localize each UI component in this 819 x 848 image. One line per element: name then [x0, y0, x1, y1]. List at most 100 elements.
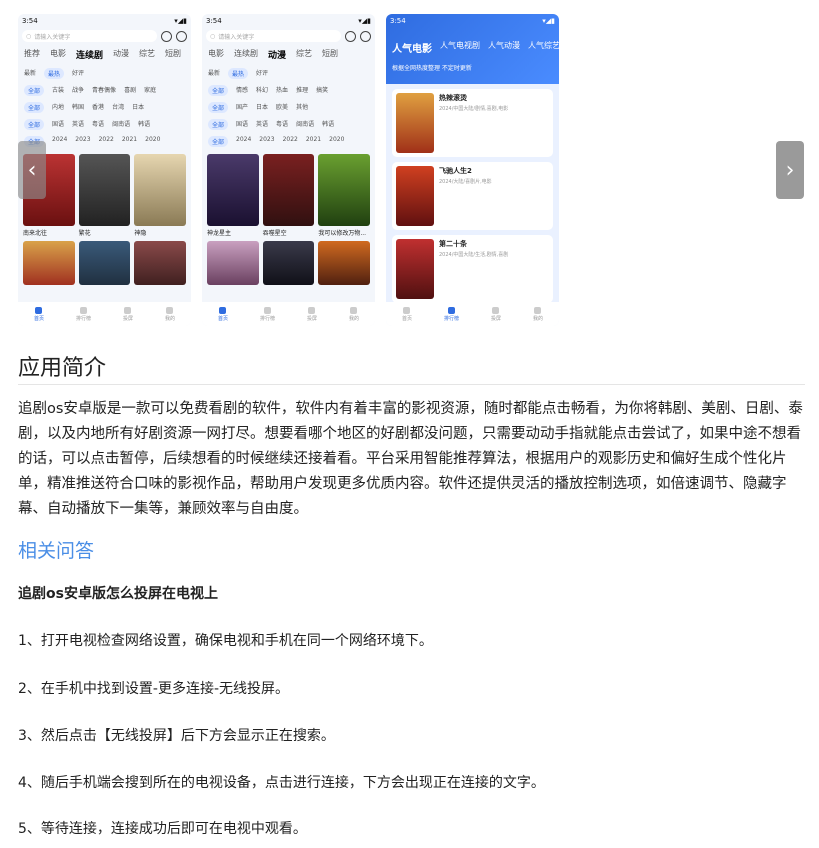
nav-me: 我的: [349, 306, 359, 322]
nav-home: 首页: [402, 306, 412, 322]
tab: 连续剧: [234, 49, 258, 58]
battery-icon: ▾◢▮: [358, 17, 371, 25]
nav-me: 我的: [533, 306, 543, 322]
qa-step: 2、在手机中找到设置-更多连接-无线投屏。: [18, 681, 290, 697]
home-icon: [403, 306, 411, 314]
tab: 动漫: [113, 49, 130, 58]
screenshot-2[interactable]: 3:54 ▾◢▮ ○ 请输入关键字 电影 连续剧 动漫 综艺 短剧 最新 最热 好评 全…: [202, 14, 375, 326]
tab: 短剧: [165, 49, 182, 58]
download-icon: [161, 30, 172, 42]
card-title: 第二十条: [439, 240, 467, 248]
filter-row: 全部 国语 英语 粤语 闽南语 韩语: [18, 116, 191, 133]
home-icon: [35, 306, 43, 314]
bottom-nav: 首页 排行榜 投屏 我的: [386, 302, 559, 326]
poster-image: [78, 154, 131, 226]
rank-icon: [447, 306, 455, 314]
filter-row: 全部20242023202220212020: [202, 133, 375, 150]
history-icon: [176, 30, 187, 42]
category-tabs: 电影 连续剧 动漫 综艺 短剧: [202, 44, 375, 65]
search-input: ○ 请输入关键字: [22, 30, 157, 42]
rank-icon: [263, 306, 271, 314]
poster-image: [207, 241, 259, 285]
poster-image: [396, 166, 434, 226]
rank-icon: [79, 306, 87, 314]
card-meta: 2024/中国大陆/生活,剧情,喜剧: [439, 252, 509, 258]
tab: 电影: [50, 49, 66, 58]
poster-caption: 南来北往: [23, 230, 48, 237]
chevron-left-icon: ‹: [27, 157, 37, 183]
sort-row: 最新 最热 好评: [24, 68, 85, 79]
nav-rank: 排行榜: [76, 306, 91, 322]
card-meta: 2024/大陆/喜剧片,电影: [439, 179, 492, 185]
ranking-card: 第二十条 2024/中国大陆/生活,剧情,喜剧: [392, 235, 553, 303]
tab: 人气电视剧: [440, 41, 480, 50]
nav-rank: 排行榜: [260, 306, 275, 322]
poster-image: [207, 154, 259, 226]
search-icon: ○: [26, 32, 32, 40]
nav-home: 首页: [218, 306, 228, 322]
filter-row: 全部 国语 英语 粤语 闽南语 韩语: [202, 116, 375, 133]
tab: 人气动漫: [488, 41, 520, 50]
qa-step: 1、打开电视检查网络设置，确保电视和手机在同一个网络环境下。: [18, 633, 433, 649]
qa-step: 4、随后手机端会搜到所在的电视设备，点击进行连接，下方会出现正在连接的文字。: [18, 775, 545, 791]
poster-image: [134, 154, 187, 226]
card-title: 热辣滚烫: [439, 94, 467, 102]
poster-caption: 我可以修改万物...: [318, 230, 367, 237]
tab-active: 人气电影: [392, 44, 432, 55]
nav-cast: 投屏: [491, 306, 501, 322]
qa-step: 3、然后点击【无线投屏】后下方会显示正在搜索。: [18, 728, 335, 744]
home-icon: [219, 306, 227, 314]
poster-image: [134, 241, 187, 285]
screenshot-gallery: 3:54 ▾◢▮ ○ 请输入关键字 推荐 电影 连续剧 动漫 综艺 短剧 最新 最热好…: [18, 14, 808, 330]
nav-cast: 投屏: [307, 306, 317, 322]
search-icon: ○: [210, 32, 216, 40]
cast-icon: [492, 306, 500, 314]
ranking-subtitle: 根据全网热度整理 不定时更新: [392, 65, 472, 72]
chevron-right-icon: ›: [785, 157, 795, 183]
tab: 人气综艺: [528, 41, 559, 50]
history-icon: [360, 30, 371, 42]
gallery-prev-button[interactable]: ‹: [18, 141, 46, 199]
poster-image: [318, 241, 371, 285]
download-icon: [345, 30, 356, 42]
search-input: ○ 请输入关键字: [206, 30, 341, 42]
cast-icon: [308, 306, 316, 314]
tab: 综艺: [139, 49, 156, 58]
poster-image: [262, 154, 315, 226]
poster-image: [396, 239, 434, 299]
poster-image: [318, 154, 371, 226]
card-meta: 2024/中国大陆/剧情,喜剧,电影: [439, 106, 509, 112]
filter-row: 全部 古装 战争 青春偶像 喜剧 家庭: [18, 82, 191, 99]
status-time: 3:54: [206, 17, 222, 25]
tab: 综艺: [296, 49, 313, 58]
filter-row: 全部 国产 日本 欧美 其他: [202, 99, 375, 116]
intro-body: 追剧os安卓版是一款可以免费看剧的软件，软件内有着丰富的影视资源，随时都能点击畅…: [18, 401, 803, 517]
tab: 短剧: [322, 49, 339, 58]
ranking-card: 飞驰人生2 2024/大陆/喜剧片,电影: [392, 162, 553, 230]
tab: 电影: [208, 49, 224, 58]
poster-image: [78, 241, 131, 285]
user-icon: [350, 306, 358, 314]
qa-question: 追剧os安卓版怎么投屏在电视上: [18, 586, 218, 602]
filter-row: 全部 内地 韩国 香港 台湾 日本: [18, 99, 191, 116]
tab: 推荐: [24, 49, 40, 58]
battery-icon: ▾◢▮: [542, 17, 555, 25]
tab-active: 动漫: [268, 51, 287, 61]
filter-row: 全部 情感 科幻 热血 推理 搞笑: [202, 82, 375, 99]
gallery-next-button[interactable]: ›: [776, 141, 804, 199]
bottom-nav: 首页 排行榜 投屏 我的: [18, 302, 191, 326]
poster-image: [23, 241, 75, 285]
battery-icon: ▾◢▮: [174, 17, 187, 25]
screenshot-3[interactable]: 3:54 ▾◢▮ 人气电影 人气电视剧 人气动漫 人气综艺 根据全网热度整理 不定…: [386, 14, 559, 326]
nav-rank: 排行榜: [444, 306, 459, 322]
ranking-card: 热辣滚烫 2024/中国大陆/剧情,喜剧,电影: [392, 89, 553, 157]
nav-home: 首页: [34, 306, 44, 322]
cast-icon: [124, 306, 132, 314]
nav-me: 我的: [165, 306, 175, 322]
divider: [18, 384, 805, 385]
qa-heading: 相关问答: [18, 540, 95, 562]
status-time: 3:54: [22, 17, 38, 25]
tab-active: 连续剧: [76, 51, 104, 61]
user-icon: [166, 306, 174, 314]
status-time: 3:54: [390, 17, 406, 25]
